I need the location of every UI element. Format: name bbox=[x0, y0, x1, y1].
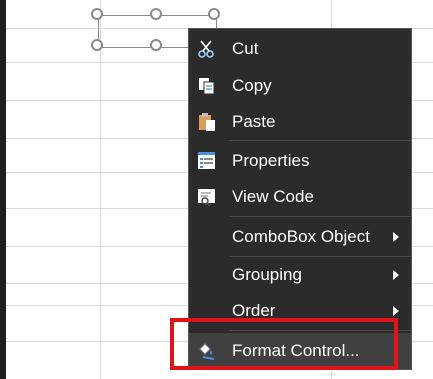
view-code-icon bbox=[198, 189, 215, 207]
menu-item-combobox-object[interactable]: ComboBox Object bbox=[189, 219, 411, 255]
resize-handle-top-right[interactable] bbox=[208, 8, 220, 20]
resize-handle-bottom[interactable] bbox=[150, 39, 162, 51]
resize-handle-bottom-left[interactable] bbox=[91, 39, 103, 51]
submenu-arrow-icon bbox=[393, 306, 399, 316]
menu-item-label: Copy bbox=[232, 76, 272, 95]
resize-handle-top-left[interactable] bbox=[91, 8, 103, 20]
menu-separator bbox=[229, 216, 411, 217]
column-gridline bbox=[100, 0, 101, 379]
menu-item-label: Grouping bbox=[232, 265, 302, 284]
submenu-arrow-icon bbox=[393, 232, 399, 242]
paste-icon bbox=[199, 113, 215, 131]
menu-item-cut[interactable]: Cut bbox=[189, 31, 411, 67]
menu-item-label: Cut bbox=[232, 39, 259, 58]
row-header-edge bbox=[0, 0, 6, 379]
submenu-arrow-icon bbox=[393, 270, 399, 280]
menu-item-label: Properties bbox=[232, 151, 310, 170]
menu-item-label: ComboBox Object bbox=[232, 227, 370, 246]
menu-item-label: View Code bbox=[232, 187, 314, 206]
resize-handle-top[interactable] bbox=[150, 8, 162, 20]
scissors-icon bbox=[198, 40, 214, 58]
menu-item-paste[interactable]: Paste bbox=[189, 104, 411, 140]
highlight-box bbox=[170, 318, 398, 370]
menu-item-grouping[interactable]: Grouping bbox=[189, 257, 411, 293]
menu-item-view-code[interactable]: View Code bbox=[189, 179, 411, 215]
properties-icon bbox=[198, 152, 215, 169]
copy-icon bbox=[199, 78, 215, 95]
menu-item-copy[interactable]: Copy bbox=[189, 68, 411, 104]
menu-item-properties[interactable]: Properties bbox=[189, 143, 411, 179]
menu-item-label: Paste bbox=[232, 112, 276, 131]
menu-separator bbox=[229, 140, 411, 141]
